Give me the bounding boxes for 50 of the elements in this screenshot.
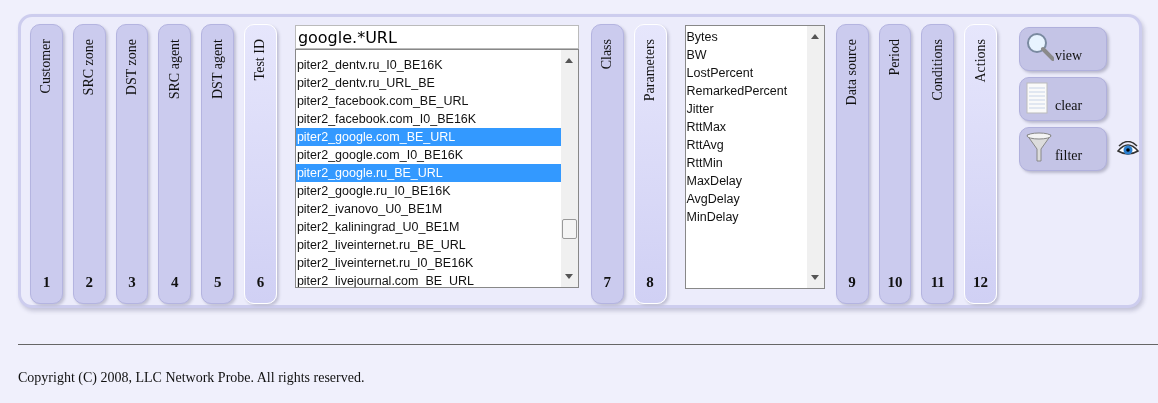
- scroll-thumb[interactable]: [561, 219, 577, 239]
- view-button[interactable]: view: [1018, 27, 1107, 71]
- vertical-tab[interactable]: DST agent 5: [201, 24, 235, 304]
- list-option[interactable]: BW: [685, 46, 807, 64]
- list-option[interactable]: LostPercent: [685, 64, 807, 82]
- vertical-tab[interactable]: SRC agent 4: [158, 24, 192, 304]
- scroll-down-icon: [564, 273, 575, 281]
- list-option[interactable]: Bytes: [685, 28, 807, 46]
- vertical-tab[interactable]: DST zone 3: [115, 24, 149, 304]
- list-box[interactable]: Bytes BW LostPercent RemarkedPercent Jitter RttMax RttAvg RttMin MaxDelay AvgDelay MinDelay: [684, 25, 825, 289]
- vertical-tab[interactable]: SRC zone 2: [72, 24, 106, 304]
- scrollbar[interactable]: [806, 26, 824, 288]
- scroll-up-icon: [564, 56, 575, 64]
- copyright-text: Copyright (C) 2008, LLC Network Probe. All rights reserved.: [18, 370, 366, 386]
- list-option[interactable]: RemarkedPercent: [685, 82, 807, 100]
- list-box[interactable]: [294, 49, 579, 288]
- vertical-tab[interactable]: Parameters 8: [633, 24, 667, 304]
- list-option[interactable]: piter2_liveinternet.ru_BE_URL: [295, 236, 561, 254]
- vertical-tab[interactable]: Period 10: [878, 24, 912, 304]
- vertical-tab[interactable]: Test ID 6: [244, 24, 277, 304]
- vertical-tab[interactable]: Conditions 11: [921, 24, 955, 304]
- scrollbar[interactable]: [560, 50, 578, 287]
- list-option[interactable]: piter2_liveinternet.ru_I0_BE16K: [295, 254, 561, 272]
- filter-button[interactable]: filter: [1018, 127, 1107, 171]
- list-option[interactable]: RttMax: [685, 118, 807, 136]
- vertical-tab[interactable]: Data source 9: [835, 24, 869, 304]
- list-option[interactable]: piter2_google.com_I0_BE16K: [295, 146, 561, 164]
- list-option[interactable]: piter2_dentv.ru_I0_BE16K: [295, 56, 561, 74]
- list-option[interactable]: piter2_dentv.ru_URL_BE: [295, 74, 561, 92]
- list-option[interactable]: MinDelay: [685, 208, 807, 226]
- vertical-tab[interactable]: Actions 12: [964, 24, 997, 304]
- vertical-tab[interactable]: Customer 1: [30, 24, 63, 304]
- list-option[interactable]: piter2_google.ru_I0_BE16K: [295, 182, 561, 200]
- magnifier-icon: [1025, 32, 1054, 64]
- clear-button[interactable]: clear: [1018, 77, 1107, 121]
- list-option[interactable]: RttMin: [685, 154, 807, 172]
- list-option[interactable]: piter2_facebook.com_BE_URL: [295, 92, 561, 110]
- funnel-icon: [1025, 132, 1054, 164]
- vertical-tab[interactable]: Class 7: [590, 24, 624, 304]
- list-option[interactable]: AvgDelay: [685, 190, 807, 208]
- list-option[interactable]: RttAvg: [685, 136, 807, 154]
- list-option[interactable]: piter2_facebook.com_I0_BE16K: [295, 110, 561, 128]
- filter-field[interactable]: google.*URL: [294, 25, 579, 49]
- scroll-up-icon: [810, 32, 821, 40]
- list-option[interactable]: piter2_ivanovo_U0_BE1M: [295, 200, 561, 218]
- list-option[interactable]: Jitter: [685, 100, 807, 118]
- eye-icon: [1116, 141, 1139, 157]
- list-option[interactable]: piter2_kaliningrad_U0_BE1M: [295, 218, 561, 236]
- scroll-down-icon: [810, 274, 821, 282]
- list-option[interactable]: MaxDelay: [685, 172, 807, 190]
